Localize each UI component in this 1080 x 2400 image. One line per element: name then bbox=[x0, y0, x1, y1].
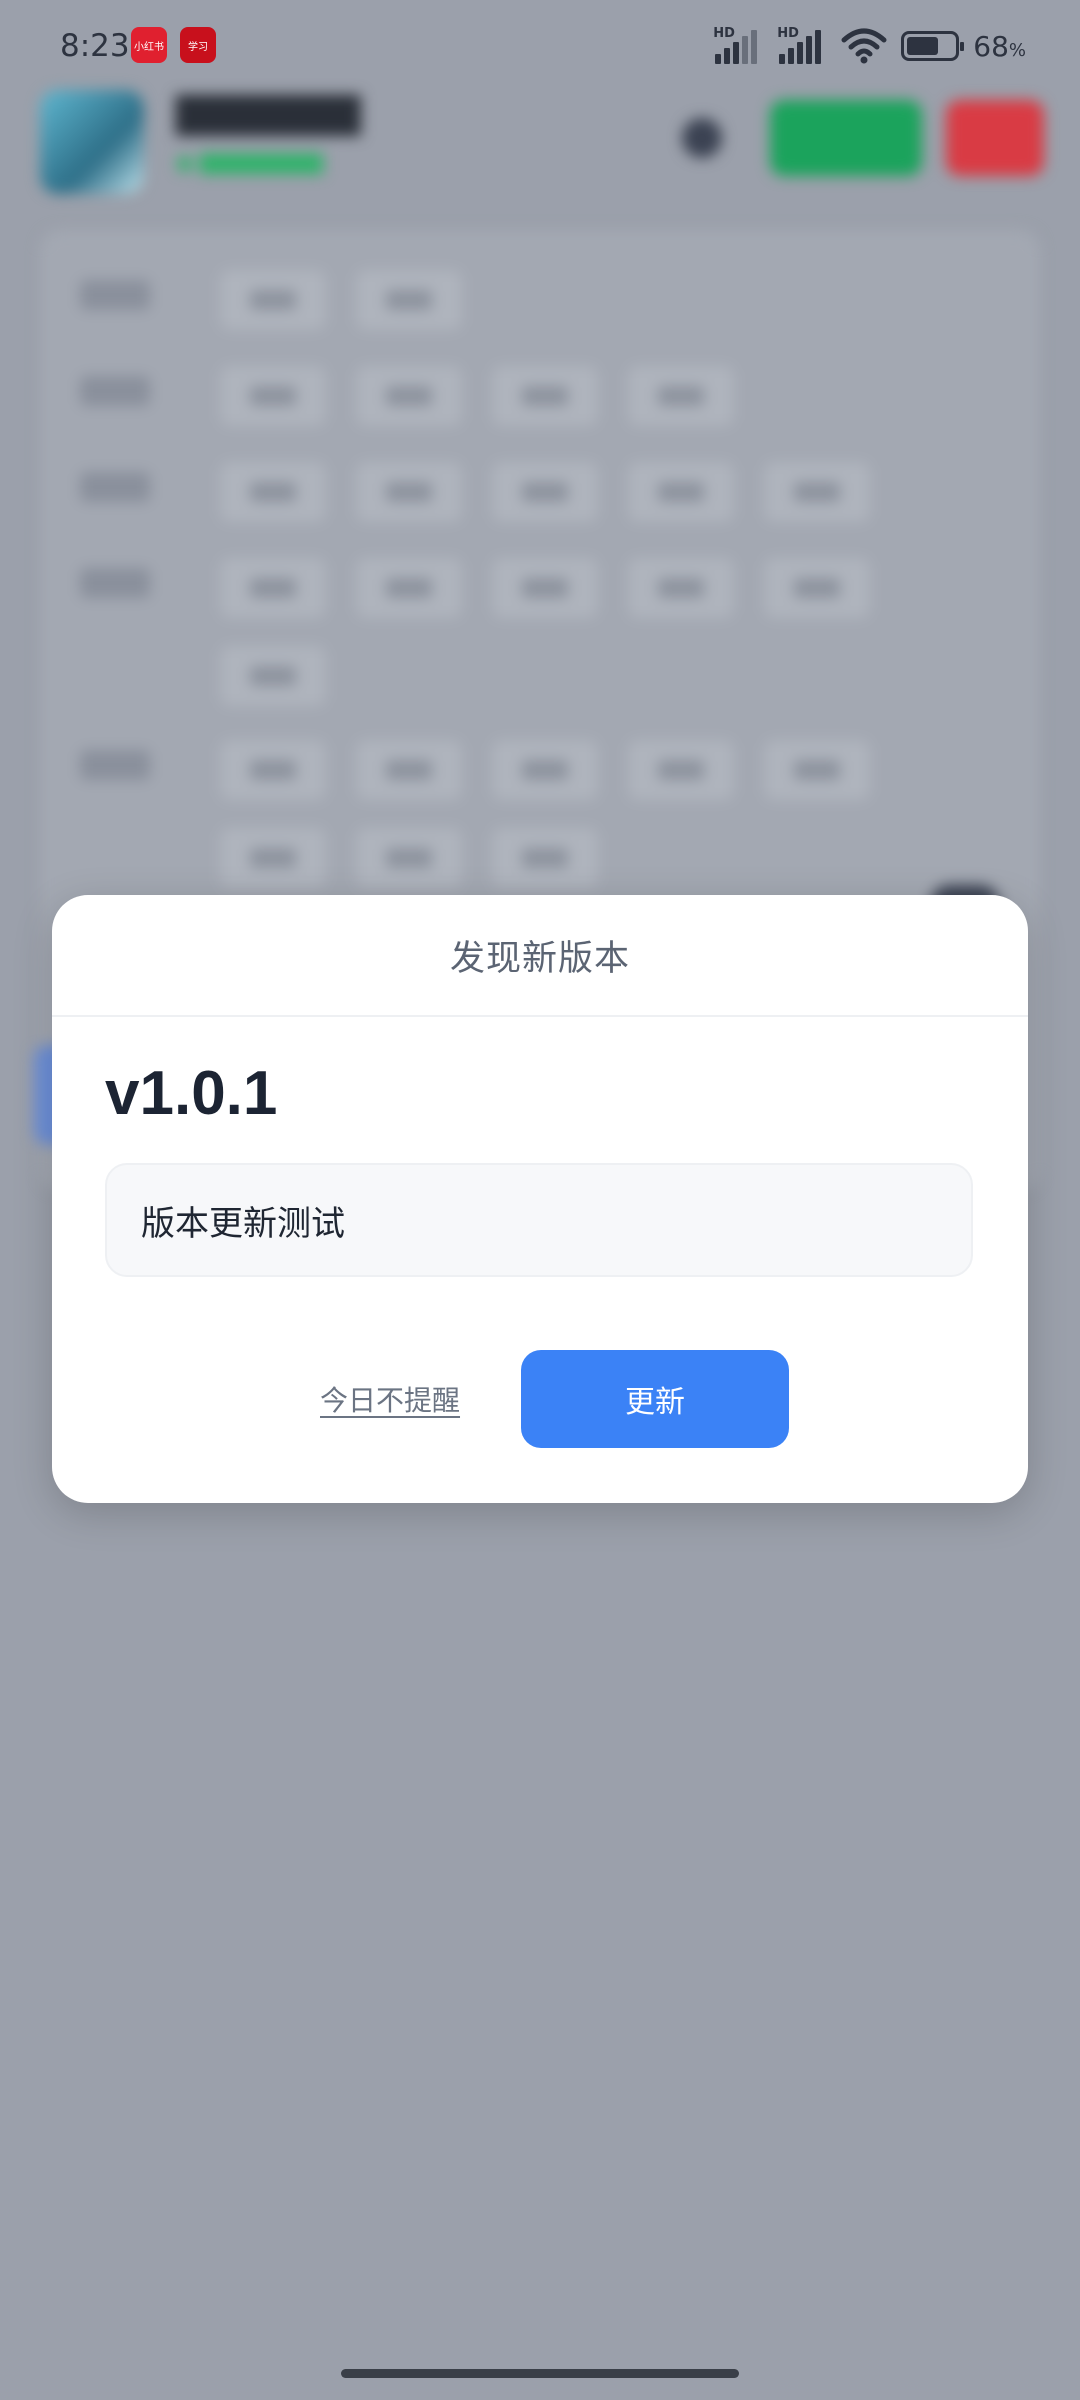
category-row bbox=[40, 260, 1040, 330]
category-row bbox=[40, 636, 1040, 706]
app-avatar bbox=[40, 90, 144, 194]
cellular-signal-1-icon: HD bbox=[713, 26, 763, 66]
status-time: 8:23 bbox=[60, 28, 130, 64]
battery-percent: 68% bbox=[973, 29, 1026, 63]
green-action-button bbox=[770, 100, 922, 176]
dialog-title: 发现新版本 bbox=[52, 895, 1028, 1017]
category-row bbox=[40, 730, 1040, 800]
category-row bbox=[40, 356, 1040, 426]
hd-label: HD bbox=[713, 26, 735, 41]
wifi-icon bbox=[841, 28, 887, 64]
update-button[interactable]: 更新 bbox=[521, 1350, 789, 1448]
release-notes: 版本更新测试 bbox=[105, 1163, 973, 1277]
hd-label: HD bbox=[777, 26, 799, 41]
update-dialog: 发现新版本 v1.0.1 版本更新测试 今日不提醒 更新 bbox=[52, 895, 1028, 1503]
release-notes-text: 版本更新测试 bbox=[141, 1203, 345, 1244]
gear-icon bbox=[682, 118, 722, 158]
app-title-placeholder: ▇▇▇▇▇▇ bbox=[176, 90, 361, 136]
xiaohongshu-notification-icon: 小红书 bbox=[131, 27, 167, 63]
category-row bbox=[40, 452, 1040, 522]
skip-today-link[interactable]: 今日不提醒 bbox=[320, 1379, 460, 1419]
home-indicator[interactable] bbox=[341, 2369, 739, 2378]
category-row bbox=[40, 818, 1040, 888]
battery-icon bbox=[901, 31, 965, 61]
app-status-placeholder: ● ▇▇▇▇▇▇▇▇ bbox=[176, 150, 323, 174]
status-indicators: HD HD 68% bbox=[713, 24, 1026, 68]
category-row bbox=[40, 548, 1040, 618]
study-app-notification-icon: 学习 bbox=[180, 27, 216, 63]
red-action-button bbox=[946, 100, 1044, 176]
version-number: v1.0.1 bbox=[105, 1059, 278, 1128]
cellular-signal-2-icon: HD bbox=[777, 26, 827, 66]
